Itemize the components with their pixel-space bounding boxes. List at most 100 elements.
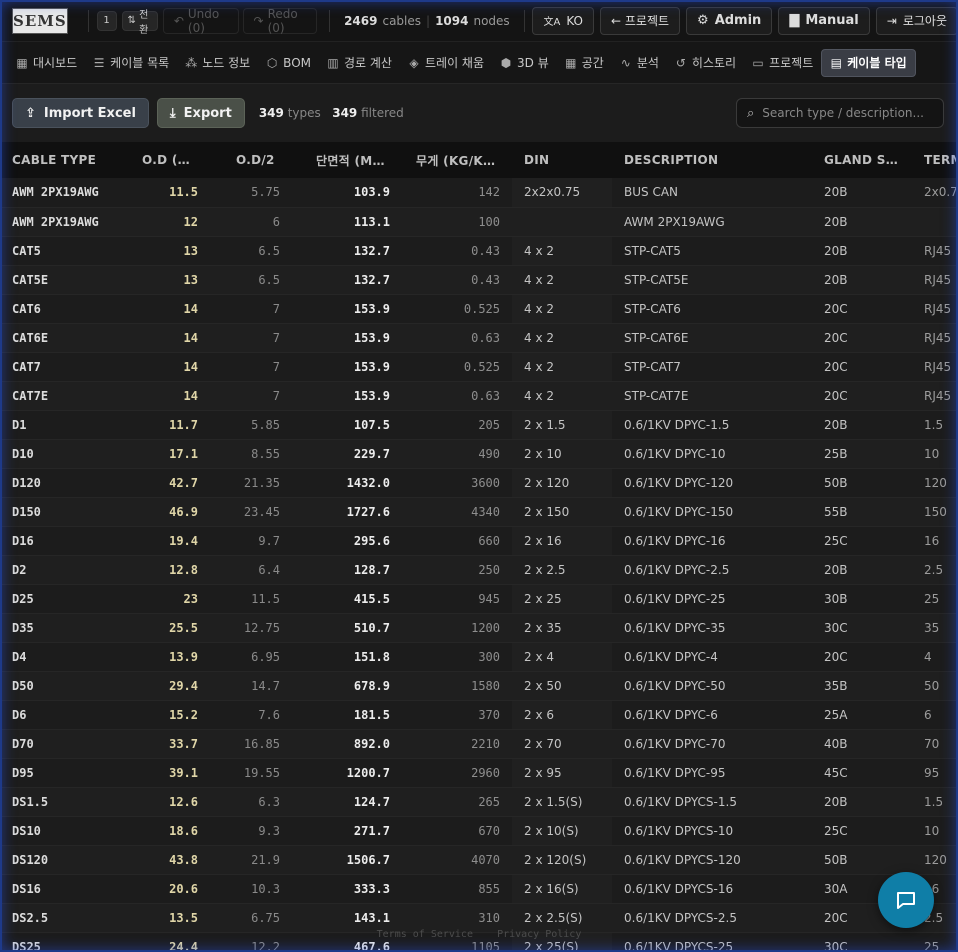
table-row[interactable]: D16 19.4 9.7 295.6 660 2 x 16 0.6/1KV DPYC-16 2… xyxy=(0,526,958,556)
search-input[interactable] xyxy=(762,106,933,120)
cell-description: 0.6/1KV DPYC-2.5 xyxy=(612,555,812,585)
cell-area: 510.7 xyxy=(292,613,402,643)
table-row[interactable]: CAT5E 13 6.5 132.7 0.43 4 x 2 STP-CAT5E 20B RJ45 xyxy=(0,265,958,295)
language-button[interactable]: 文A KO xyxy=(532,6,594,35)
cell-cable-type: D50 xyxy=(0,671,128,701)
tab-space[interactable]: ▦ 공간 xyxy=(557,49,612,77)
column-header-weight[interactable]: 무게 (KG/KM) xyxy=(402,142,512,178)
search-box[interactable]: ⌕ xyxy=(736,98,944,128)
table-row[interactable]: DS120 43.8 21.9 1506.7 4070 2 x 120(S) 0.6/1KV… xyxy=(0,845,958,875)
cell-weight: 265 xyxy=(402,787,512,817)
cell-gland-size: 30C xyxy=(812,613,912,643)
cell-weight: 4340 xyxy=(402,497,512,527)
table-row[interactable]: D25 23 11.5 415.5 945 2 x 25 0.6/1KV DPYC-25 30… xyxy=(0,584,958,614)
cell-terminal: 120 xyxy=(912,468,958,498)
table-row[interactable]: D4 13.9 6.95 151.8 300 2 x 4 0.6/1KV DPYC-4 20C… xyxy=(0,642,958,672)
tab-project[interactable]: ▭ 프로젝트 xyxy=(744,49,821,77)
cell-od-half: 6.3 xyxy=(210,787,292,817)
table-row[interactable]: D150 46.9 23.45 1727.6 4340 2 x 150 0.6/1KV DP… xyxy=(0,497,958,527)
tab-label: 3D 뷰 xyxy=(517,56,549,70)
terms-link[interactable]: Terms of Service xyxy=(377,929,473,940)
export-button[interactable]: ⤓ Export xyxy=(156,98,245,128)
column-header-area[interactable]: 단면적 (MM²) xyxy=(292,142,402,178)
privacy-link[interactable]: Privacy Policy xyxy=(497,929,581,940)
table-row[interactable]: DS1.5 12.6 6.3 124.7 265 2 x 1.5(S) 0.6/1KV DP… xyxy=(0,787,958,817)
column-header-od[interactable]: O.D (MM) xyxy=(128,142,210,178)
cell-weight: 2960 xyxy=(402,758,512,788)
manual-button[interactable]: ▇ Manual xyxy=(778,6,870,35)
cell-din: 4 x 2 xyxy=(512,265,612,295)
table-row[interactable]: D70 33.7 16.85 892.0 2210 2 x 70 0.6/1KV DPYC-… xyxy=(0,729,958,759)
tab-dashboard[interactable]: ▦ 대시보드 xyxy=(8,49,85,77)
table-row[interactable]: DS2.5 13.5 6.75 143.1 310 2 x 2.5(S) 0.6/1KV D… xyxy=(0,903,958,933)
back-to-projects-button[interactable]: ← 프로젝트 xyxy=(600,6,681,35)
column-header-description[interactable]: DESCRIPTION xyxy=(612,142,812,178)
tab-analysis[interactable]: ∿ 분석 xyxy=(612,49,667,77)
cell-od-half: 9.7 xyxy=(210,526,292,556)
cell-od-half: 6.5 xyxy=(210,236,292,266)
cell-od-half: 5.75 xyxy=(210,178,292,208)
chat-button[interactable] xyxy=(878,872,934,928)
column-header-cable-type[interactable]: CABLE TYPE xyxy=(0,142,128,178)
import-excel-button[interactable]: ⇪ Import Excel xyxy=(12,98,149,128)
undo-button[interactable]: ↶ Undo (0) xyxy=(162,6,239,35)
table-row[interactable]: D1 11.7 5.85 107.5 205 2 x 1.5 0.6/1KV DPYC-1.… xyxy=(0,410,958,440)
table-row[interactable]: CAT5 13 6.5 132.7 0.43 4 x 2 STP-CAT5 20B RJ45 xyxy=(0,236,958,266)
cell-terminal: RJ45 xyxy=(912,352,958,382)
tab-bom[interactable]: ⬡ BOM xyxy=(258,49,319,77)
tab-cable-types[interactable]: ▤ 케이블 타입 xyxy=(821,48,916,77)
logout-button[interactable]: ⇥ 로그아웃 xyxy=(875,6,958,35)
cell-description: 0.6/1KV DPYC-35 xyxy=(612,613,812,643)
cell-din: 2 x 16(S) xyxy=(512,874,612,904)
table-row[interactable]: D35 25.5 12.75 510.7 1200 2 x 35 0.6/1KV DPYC-… xyxy=(0,613,958,643)
column-header-terminal[interactable]: TERMINAL xyxy=(912,142,958,178)
cell-cable-type: DS1.5 xyxy=(0,787,128,817)
cell-weight: 4070 xyxy=(402,845,512,875)
cell-description: 0.6/1KV DPYC-50 xyxy=(612,671,812,701)
cell-weight: 0.43 xyxy=(402,236,512,266)
table-row[interactable]: D95 39.1 19.55 1200.7 2960 2 x 95 0.6/1KV DPYC… xyxy=(0,758,958,788)
table-row[interactable]: CAT7 14 7 153.9 0.525 4 x 2 STP-CAT7 20C RJ45 xyxy=(0,352,958,382)
tab-route-calc[interactable]: ▥ 경로 계산 xyxy=(319,49,400,77)
nodes-icon: ⁂ xyxy=(185,55,198,70)
admin-button[interactable]: ⚙ Admin xyxy=(686,6,773,35)
tab-history[interactable]: ↺ 히스토리 xyxy=(667,49,744,77)
redo-button[interactable]: ↷ Redo (0) xyxy=(242,7,318,35)
table-row[interactable]: D50 29.4 14.7 678.9 1580 2 x 50 0.6/1KV DPYC-5… xyxy=(0,671,958,701)
cell-cable-type: D25 xyxy=(0,584,128,614)
cell-gland-size: 50B xyxy=(812,468,912,498)
cable-type-table-container[interactable]: CABLE TYPE O.D (MM) O.D/2 단면적 (MM²) 무게 (… xyxy=(0,142,958,952)
table-row[interactable]: D2 12.8 6.4 128.7 250 2 x 2.5 0.6/1KV DPYC-2.5… xyxy=(0,555,958,585)
column-header-od-half[interactable]: O.D/2 xyxy=(210,142,292,178)
table-row[interactable]: DS10 18.6 9.3 271.7 670 2 x 10(S) 0.6/1KV DPYC… xyxy=(0,816,958,846)
cell-cable-type: CAT7E xyxy=(0,381,128,411)
app-logo[interactable]: SEMS xyxy=(12,7,68,34)
table-row[interactable]: DS16 20.6 10.3 333.3 855 2 x 16(S) 0.6/1KV DPY… xyxy=(0,874,958,904)
table-row[interactable]: CAT7E 14 7 153.9 0.63 4 x 2 STP-CAT7E 20C RJ45 xyxy=(0,381,958,411)
cell-description: 0.6/1KV DPYC-25 xyxy=(612,584,812,614)
tab-cable-list[interactable]: ☰ 케이블 목록 xyxy=(85,49,177,77)
cell-area: 128.7 xyxy=(292,555,402,585)
table-row[interactable]: D120 42.7 21.35 1432.0 3600 2 x 120 0.6/1KV DP… xyxy=(0,468,958,498)
column-header-din[interactable]: DIN xyxy=(512,142,612,178)
tab-node-info[interactable]: ⁂ 노드 정보 xyxy=(177,49,258,77)
table-row[interactable]: D6 15.2 7.6 181.5 370 2 x 6 0.6/1KV DPYC-6 25A 6 xyxy=(0,700,958,730)
undo-icon: ↶ xyxy=(173,13,184,28)
column-header-gland-size[interactable]: GLAND SIZE xyxy=(812,142,912,178)
map-icon: ▥ xyxy=(327,55,339,70)
table-row[interactable]: AWM 2PX19AWG 11.5 5.75 103.9 142 2x2x0.75 BUS … xyxy=(0,178,958,208)
cell-weight: 205 xyxy=(402,410,512,440)
switch-button[interactable]: ⇅ 전환 xyxy=(121,10,158,36)
cell-description: 0.6/1KV DPYC-10 xyxy=(612,439,812,469)
undo-label: Undo (0) xyxy=(187,6,220,35)
cell-od-half: 6.4 xyxy=(210,555,292,585)
tab-3d-view[interactable]: ⬢ 3D 뷰 xyxy=(492,49,557,77)
tab-tray-fill[interactable]: ◈ 트레이 채움 xyxy=(400,49,492,77)
table-row[interactable]: AWM 2PX19AWG 12 6 113.1 100 AWM 2PX19AWG 20B xyxy=(0,207,958,237)
cell-gland-size: 20B xyxy=(812,265,912,295)
cell-cable-type: CAT6 xyxy=(0,294,128,324)
tab-label: 노드 정보 xyxy=(202,56,251,70)
table-row[interactable]: D10 17.1 8.55 229.7 490 2 x 10 0.6/1KV DPYC-10… xyxy=(0,439,958,469)
table-row[interactable]: CAT6 14 7 153.9 0.525 4 x 2 STP-CAT6 20C RJ45 xyxy=(0,294,958,324)
table-row[interactable]: CAT6E 14 7 153.9 0.63 4 x 2 STP-CAT6E 20C RJ45 xyxy=(0,323,958,353)
